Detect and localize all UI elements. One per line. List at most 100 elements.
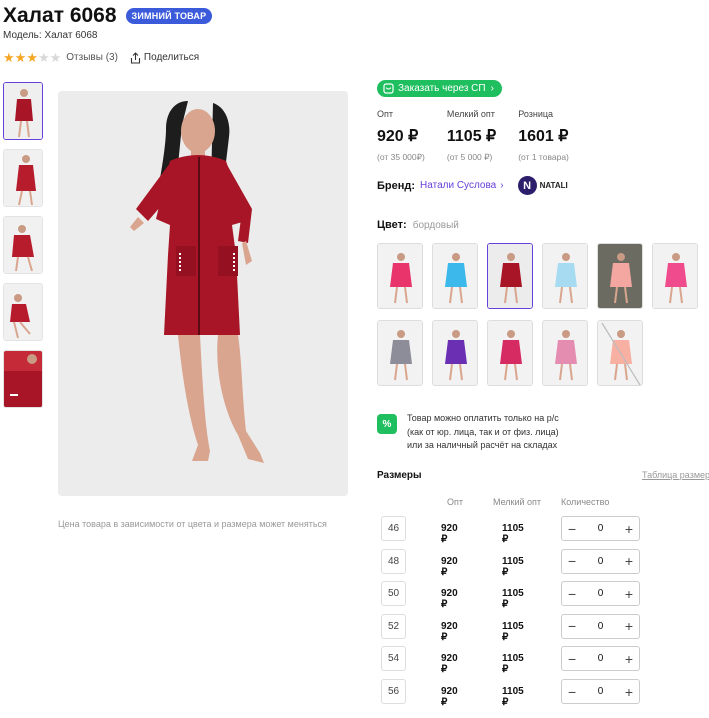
star-icon: ★ [3, 50, 15, 65]
size-price-opt: 920 ₽ [441, 523, 458, 545]
order-sp-label: Заказать через СП [398, 83, 486, 94]
size-price-small-opt: 1105 ₽ [502, 686, 524, 708]
minus-icon[interactable]: − [568, 684, 576, 700]
column-header-small-opt: Мелкий опт [493, 497, 542, 507]
color-row: Цвет: бордовый [377, 219, 459, 231]
column-header-quantity: Количество [561, 497, 610, 507]
price-value: 1601 ₽ [518, 128, 569, 145]
plus-icon[interactable]: + [625, 521, 633, 537]
share-icon [130, 51, 140, 64]
color-swatch[interactable] [377, 320, 423, 386]
size-price-small-opt: 1105 ₽ [502, 523, 524, 545]
color-swatch[interactable] [432, 320, 478, 386]
size-price-opt: 920 ₽ [441, 686, 458, 708]
star-icon: ★ [14, 50, 27, 65]
main-product-photo[interactable] [58, 91, 348, 496]
color-swatch[interactable] [542, 320, 588, 386]
quantity-value[interactable]: 0 [598, 588, 604, 599]
price-min: (от 1 товара) [518, 152, 569, 162]
plus-icon[interactable]: + [625, 651, 633, 667]
price-value: 920 ₽ [377, 128, 419, 145]
size-price-small-opt: 1105 ₽ [502, 620, 524, 643]
size-price-small-opt: 1105 ₽ [502, 555, 524, 578]
color-swatch[interactable] [487, 320, 533, 386]
brand-row: Бренд: Натали Суслова › N NATALI [377, 176, 568, 195]
reviews-link[interactable]: Отзывы (3) [66, 52, 118, 63]
color-swatch[interactable] [597, 320, 643, 386]
quantity-stepper[interactable]: − 0 + [561, 581, 640, 607]
percent-icon: % [377, 414, 397, 434]
plus-icon[interactable]: + [625, 618, 633, 634]
quantity-value[interactable]: 0 [598, 621, 604, 632]
price-label: Опт [377, 109, 393, 119]
price-note: Цена товара в зависимости от цвета и раз… [58, 519, 327, 529]
price-value: 1105 ₽ [446, 128, 497, 145]
thumbnail-4[interactable] [3, 283, 43, 341]
size-price-opt: 920 ₽ [441, 653, 458, 676]
color-swatch[interactable] [597, 243, 643, 309]
price-label: Розница [518, 109, 554, 119]
size-label: 56 [381, 679, 406, 704]
brand-link[interactable]: Натали Суслова [420, 180, 496, 191]
product-model: Модель: Халат 6068 [3, 30, 98, 41]
column-header-opt: Опт [447, 497, 463, 507]
price-label: Мелкий опт [446, 109, 495, 119]
price-retail: Розница 1601 ₽ (от 1 товара) [518, 109, 569, 163]
size-price-small-opt: 1105 ₽ [502, 653, 524, 676]
color-swatch[interactable] [432, 243, 478, 309]
plus-icon[interactable]: + [625, 684, 633, 700]
quantity-value[interactable]: 0 [598, 686, 604, 697]
color-swatch[interactable] [377, 243, 423, 309]
size-label: 52 [381, 613, 406, 639]
quantity-stepper[interactable]: − 0 + [561, 679, 640, 704]
color-swatch[interactable] [542, 243, 588, 309]
quantity-value[interactable]: 0 [598, 556, 604, 567]
thumbnail-3[interactable] [3, 216, 43, 274]
payment-note-line: Товар можно оплатить только на р/с [407, 413, 559, 423]
thumbnail-5[interactable] [3, 350, 43, 408]
share-button[interactable]: Поделиться [130, 51, 199, 64]
sizes-heading: Размеры [377, 470, 422, 481]
order-sp-button[interactable]: Заказать через СП › [377, 80, 502, 97]
size-label: 46 [381, 516, 406, 541]
size-price-opt: 920 ₽ [441, 588, 458, 611]
minus-icon[interactable]: − [568, 586, 576, 602]
size-table-link[interactable]: Таблица размеров [642, 470, 709, 480]
plus-icon[interactable]: + [625, 586, 633, 602]
size-price-opt: 920 ₽ [441, 620, 458, 643]
winter-badge: ЗИМНИЙ ТОВАР [125, 8, 213, 24]
plus-icon[interactable]: + [625, 553, 633, 569]
quantity-stepper[interactable]: − 0 + [561, 646, 640, 672]
quantity-value[interactable]: 0 [598, 653, 604, 664]
payment-note: % Товар можно оплатить только на р/с (ка… [377, 412, 559, 453]
title-row: Халат 6068 ЗИМНИЙ ТОВАР [3, 4, 213, 28]
cart-icon [383, 83, 394, 94]
rating-row: ★ ★ ★ ★ ★ Отзывы (3) Поделиться [3, 51, 199, 64]
chevron-right-icon: › [500, 180, 504, 191]
color-swatch[interactable] [487, 243, 533, 309]
minus-icon[interactable]: − [568, 618, 576, 634]
thumbnail-1[interactable] [3, 82, 43, 140]
quantity-stepper[interactable]: − 0 + [561, 516, 640, 541]
size-label: 48 [381, 548, 406, 574]
star-icon: ★ [49, 50, 62, 65]
star-icon: ★ [37, 50, 50, 65]
size-label: 54 [381, 646, 406, 672]
thumbnail-2[interactable] [3, 149, 43, 207]
quantity-stepper[interactable]: − 0 + [561, 613, 640, 639]
thumbnail-list [3, 82, 48, 417]
quantity-stepper[interactable]: − 0 + [561, 548, 640, 574]
color-value: бордовый [412, 220, 459, 231]
brand-logo-text: NATALI [539, 181, 568, 190]
minus-icon[interactable]: − [568, 553, 576, 569]
price-block: Опт 920 ₽ (от 35 000₽) Мелкий опт 1105 ₽… [377, 109, 591, 163]
quantity-value[interactable]: 0 [598, 523, 604, 534]
payment-note-line: или за наличный расчёт на складах [407, 440, 558, 450]
brand-logo[interactable]: N NATALI [517, 176, 568, 195]
price-min: (от 35 000₽) [377, 152, 425, 162]
minus-icon[interactable]: − [568, 521, 576, 537]
minus-icon[interactable]: − [568, 651, 576, 667]
product-title: Халат 6068 [3, 4, 117, 27]
color-swatch[interactable] [652, 243, 698, 309]
size-price-small-opt: 1105 ₽ [502, 588, 524, 611]
